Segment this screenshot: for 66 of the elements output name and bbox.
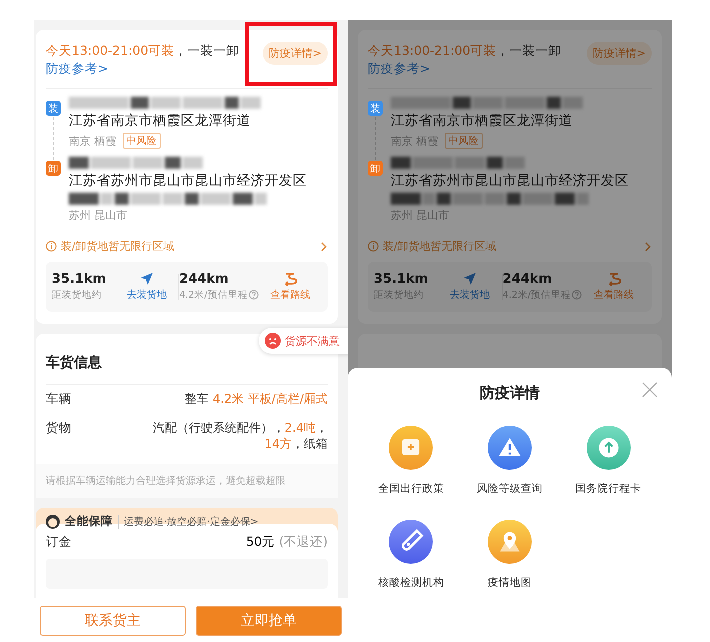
feedback-button[interactable]: 货源不满意 [259,328,348,354]
sheet-title: 防疫详情 [480,384,540,403]
contact-button[interactable]: 联系货主 [40,606,186,636]
guarantee-title: 全能保障 [65,514,113,529]
loading-notice: 今天13:00-21:00可装，一装一卸 防疫参考> [368,42,563,78]
info-value: 汽配（行驶系统配件），2.4吨， 14方，纸箱 [152,420,328,452]
help-icon[interactable] [248,290,259,300]
route-icon [283,272,298,286]
stop-badge: 装 [46,101,61,116]
stop-badge: 卸 [46,161,61,176]
route-action-button[interactable]: 去装货地 [115,272,178,302]
help-icon[interactable] [572,290,582,300]
epidemic-details-button[interactable]: 防疫详情> [586,42,652,65]
epidemic-service-item[interactable]: 国务院行程卡 [559,425,658,497]
close-icon[interactable] [642,382,658,398]
avatar-icon [46,514,60,528]
stop-area: 南京 栖霞 [391,134,438,148]
deposit-note: (不退还) [279,534,328,549]
sad-face-icon [265,333,281,349]
stop-address: 江苏省苏州市昆山市昆山市经济开发区 [69,172,307,190]
distance-value: 244km [502,272,554,287]
risk-icon [488,426,532,470]
trip-icon [586,426,631,470]
navigation-arrow-icon [140,272,154,286]
deposit-amount: 50元 [246,534,276,549]
stop-area: 苏州 昆山市 [391,208,450,223]
info-icon [46,241,57,252]
load-tip: 请根据车辆运输能力合理选择货源承运，避免超载超限 [36,464,338,498]
loading-notice: 今天13:00-21:00可装，一装一卸 防疫参考> [46,42,241,78]
stop-area: 南京 栖霞 [69,134,116,148]
distance-value: 244km [179,272,230,287]
info-value: 整车 4.2米 平板/高栏/厢式 [184,391,328,408]
restriction-notice: 装/卸货地暂无限行区域 [383,239,497,254]
route-icon [607,272,622,286]
distance-value: 35.1km [52,272,108,287]
route-action-button[interactable]: 查看路线 [582,272,646,302]
chevron-right-icon[interactable] [321,242,328,252]
chevron-right-icon[interactable] [645,242,652,252]
epidemic-service-item[interactable]: 核酸检测机构 [362,519,461,591]
epidemic-service-item[interactable]: 风险等级查询 [460,425,560,497]
policy-icon [389,426,434,470]
risk-tag: 中风险 [122,133,160,149]
deposit-label: 订金 [46,534,72,551]
grab-order-button[interactable]: 立即抢单 [196,606,342,636]
map-icon [488,520,532,564]
info-label: 车辆 [46,391,72,408]
info-label: 货物 [46,420,72,437]
epidemic-service-item[interactable]: 全国出行政策 [362,425,461,497]
stop-badge: 装 [368,101,383,116]
risk-tag: 中风险 [444,133,482,149]
stop-area: 苏州 昆山市 [69,208,128,223]
stop-badge: 卸 [368,161,383,176]
stop-address: 江苏省南京市栖霞区龙潭街道 [69,112,252,130]
stop-address: 江苏省苏州市昆山市昆山市经济开发区 [391,172,629,190]
navigation-arrow-icon [462,272,477,286]
test-icon [389,520,434,564]
route-action-button[interactable]: 查看路线 [258,272,322,302]
distance-caption: 4.2米/预估里程 [179,289,259,302]
restriction-notice: 装/卸货地暂无限行区域 [61,239,175,254]
info-icon [368,241,379,252]
stop-address: 江苏省南京市栖霞区龙潭街道 [391,112,574,130]
distance-caption: 距装货地约 [52,289,103,302]
route-action-button[interactable]: 去装货地 [438,272,502,302]
epidemic-details-button[interactable]: 防疫详情> [262,42,328,65]
distance-value: 35.1km [374,272,430,287]
epidemic-service-item[interactable]: 疫情地图 [460,519,560,591]
